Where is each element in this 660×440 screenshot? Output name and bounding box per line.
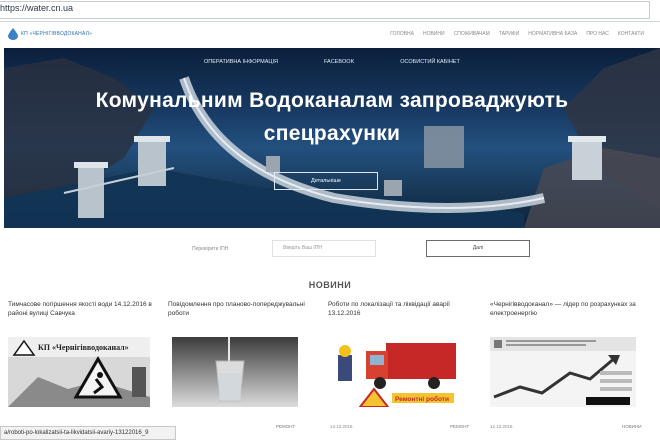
- nav-item-regulations[interactable]: Нормативна база: [528, 31, 577, 37]
- news-image-road-works[interactable]: КП «Чернігівводоканал»: [8, 337, 150, 407]
- ipn-label: Перевірити ІПН: [192, 246, 229, 252]
- image-caption-repair: Ремонтні роботи: [395, 395, 449, 403]
- hero-banner: Оперативна інформація Facebook Особистий…: [4, 48, 660, 228]
- news-image-chart[interactable]: [490, 337, 636, 407]
- news-title[interactable]: Повідомлення про планово-попереджувальні…: [168, 300, 318, 326]
- water-drop-icon: [8, 28, 18, 40]
- link-facebook[interactable]: Facebook: [324, 59, 354, 65]
- ipn-input[interactable]: Введіть Ваш ІПН: [272, 240, 376, 257]
- nav-item-contacts[interactable]: Контакти: [618, 31, 644, 37]
- hero-title-line1: Комунальним Водоканалам запроваджують: [95, 89, 569, 112]
- site-logo[interactable]: КП «ЧЕРНІГІВВОДОКАНАЛ»: [8, 28, 92, 40]
- logo-text: КП «ЧЕРНІГІВВОДОКАНАЛ»: [21, 31, 93, 37]
- nav-item-home[interactable]: Головна: [390, 31, 414, 37]
- news-image-repair-truck[interactable]: Ремонтні роботи: [330, 337, 460, 407]
- news-title[interactable]: Роботи по локалізації та ліквідації авар…: [328, 300, 478, 326]
- nav-item-tariffs[interactable]: Тарифи: [499, 31, 520, 37]
- news-heading: НОВИНИ: [308, 280, 352, 290]
- address-url[interactable]: https://water.cn.ua: [0, 3, 73, 13]
- water-glass-image: [172, 337, 298, 407]
- repair-truck-image: Ремонтні роботи: [330, 337, 460, 407]
- news-title[interactable]: Тимчасове погіршення якості води 14.12.2…: [8, 300, 158, 326]
- link-personal-account[interactable]: Особистий кабінет: [400, 59, 460, 65]
- image-caption-company: КП «Чернігівводоканал»: [38, 343, 129, 352]
- details-button[interactable]: Детальніше: [274, 172, 378, 190]
- electricity-report-image: [490, 337, 636, 407]
- browser-address-bar[interactable]: https://water.cn.ua: [0, 0, 660, 22]
- hero-title: Комунальним Водоканалам запроваджують сп…: [4, 84, 660, 150]
- news-card[interactable]: Повідомлення про планово-попереджувальні…: [168, 300, 318, 429]
- nav-item-consumers[interactable]: Споживачам: [454, 31, 490, 37]
- news-date: 12.12.2016: [490, 424, 513, 429]
- news-card[interactable]: «Чернігівводоканал» — лідер по розрахунк…: [490, 300, 641, 429]
- hero-links: Оперативна інформація Facebook Особистий…: [204, 59, 460, 65]
- news-category[interactable]: РЕМОНТ: [276, 424, 295, 429]
- news-title[interactable]: «Чернігівводоканал» — лідер по розрахунк…: [490, 300, 640, 326]
- address-box[interactable]: [0, 1, 650, 19]
- site-header: КП «ЧЕРНІГІВВОДОКАНАЛ» Головна Новини Сп…: [0, 22, 660, 48]
- road-works-image: КП «Чернігівводоканал»: [8, 337, 150, 407]
- browser-status-bar: a/roboti-po-lokalizatsii-ta-likvidatsii-…: [0, 426, 176, 440]
- news-category[interactable]: НОВИНИ: [622, 424, 641, 429]
- news-card[interactable]: Тимчасове погіршення якості води 14.12.2…: [8, 300, 158, 407]
- nav-item-news[interactable]: Новини: [423, 31, 445, 37]
- news-image-water-glass[interactable]: [172, 337, 298, 407]
- news-category[interactable]: РЕМОНТ: [450, 424, 469, 429]
- news-card[interactable]: Роботи по локалізації та ліквідації авар…: [328, 300, 478, 429]
- nav-item-about[interactable]: Про нас: [586, 31, 609, 37]
- hero-title-line2: спецрахунки: [263, 122, 401, 145]
- link-operational-info[interactable]: Оперативна інформація: [204, 59, 278, 65]
- news-date: 13.12.2016: [330, 424, 353, 429]
- main-nav: Головна Новини Споживачам Тарифи Нормати…: [390, 31, 644, 37]
- ipn-submit-button[interactable]: Далі: [426, 240, 530, 257]
- ipn-check-form: Перевірити ІПН Введіть Ваш ІПН Далі: [0, 232, 660, 266]
